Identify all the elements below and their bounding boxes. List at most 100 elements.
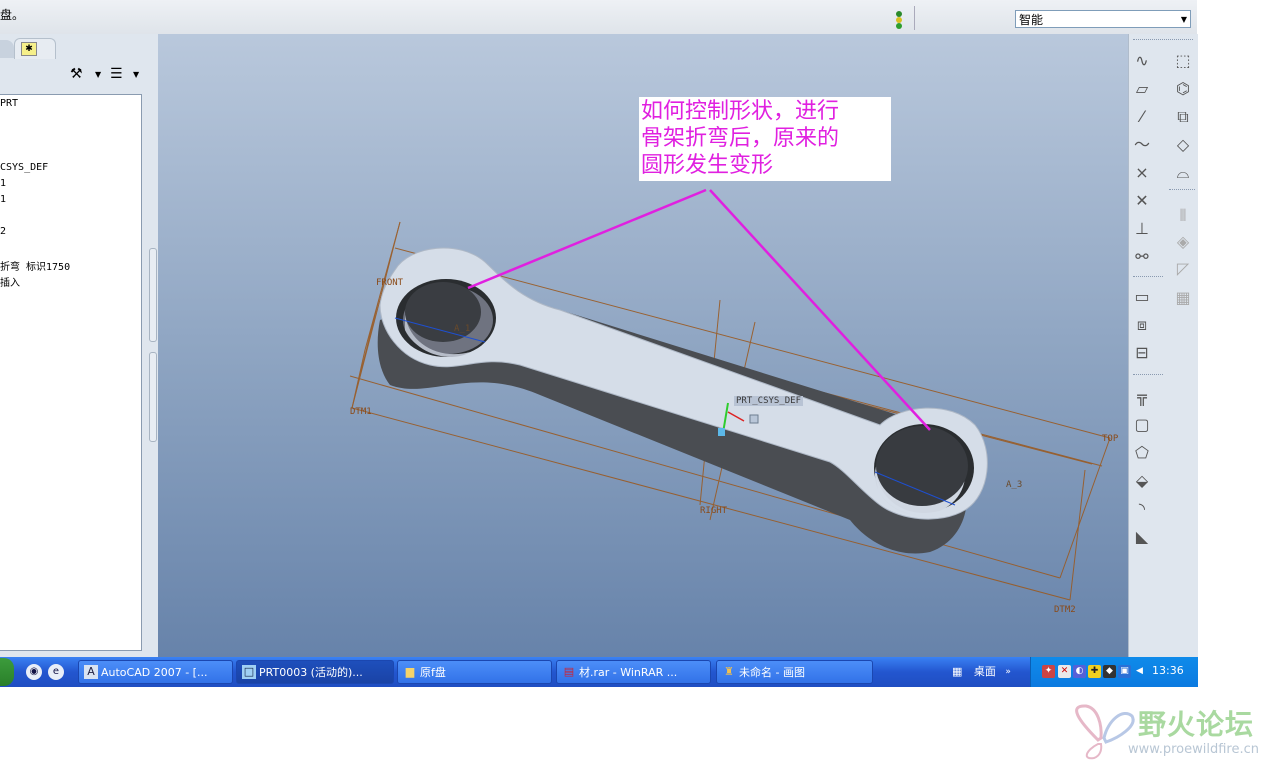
boundary-icon[interactable]: ⌓ bbox=[1173, 163, 1193, 183]
separator bbox=[1133, 374, 1163, 375]
task-label: PRT0003 (活动的)... bbox=[259, 666, 363, 679]
tree-item[interactable]: 折弯 标识1750 bbox=[0, 258, 70, 273]
tree-columns-icon[interactable]: ☰ bbox=[110, 66, 123, 82]
merge-icon[interactable]: ◈ bbox=[1173, 232, 1193, 252]
taskbar-task[interactable]: □ PRT0003 (活动的)... bbox=[236, 660, 394, 684]
task-label: AutoCAD 2007 - [... bbox=[101, 666, 208, 679]
taskbar-task[interactable]: ♜ 未命名 - 画图 bbox=[716, 660, 873, 684]
chevron-down-icon: ▼ bbox=[1180, 15, 1187, 24]
autocad-icon: A bbox=[84, 665, 98, 679]
sketch-datum-curve-icon[interactable]: ∿ bbox=[1132, 51, 1152, 71]
winrar-icon: ▤ bbox=[563, 665, 575, 678]
round-icon[interactable]: ▢ bbox=[1132, 415, 1152, 435]
annotation-line: 如何控制形状，进行 bbox=[641, 99, 840, 124]
desktop-label: 桌面 bbox=[973, 665, 996, 678]
task-label: 原f盘 bbox=[420, 666, 446, 679]
star-icon: ✱ bbox=[21, 42, 37, 56]
datum-label-right[interactable]: RIGHT bbox=[700, 506, 727, 516]
spinal-bend-icon[interactable]: ◝ bbox=[1132, 499, 1152, 519]
model-tree: PRT CSYS_DEF 1 1 2 折弯 标识1750 插入 bbox=[0, 94, 142, 651]
selection-filter-value: 智能 bbox=[1019, 13, 1044, 27]
tree-item[interactable]: 1 bbox=[0, 194, 6, 205]
tree-settings-icon[interactable]: ⚒ bbox=[70, 66, 83, 82]
watermark-url: www.proewildfire.cn bbox=[1128, 742, 1259, 757]
taskbar-task[interactable]: ▆ 原f盘 bbox=[397, 660, 552, 684]
sweep-icon[interactable]: ⧉ bbox=[1173, 107, 1193, 127]
chevron-right-icon: » bbox=[1005, 667, 1011, 677]
show-desktop-icon[interactable]: ◉ bbox=[26, 664, 42, 680]
datum-label-front[interactable]: FRONT bbox=[376, 278, 403, 288]
shell-icon[interactable]: ⧈ bbox=[1132, 315, 1152, 335]
selection-filter-select[interactable]: 智能 ▼ bbox=[1015, 10, 1191, 28]
annotation-note: 如何控制形状，进行 骨架折弯后，原来的 圆形发生变形 bbox=[639, 97, 891, 181]
paint-icon: ♜ bbox=[724, 665, 734, 678]
extrude-icon[interactable]: ⬚ bbox=[1173, 51, 1193, 71]
tree-item[interactable]: 插入 bbox=[0, 274, 20, 289]
volume-icon[interactable]: ◀ bbox=[1133, 665, 1146, 678]
rib-icon[interactable]: ⊟ bbox=[1132, 343, 1152, 363]
sash-grip[interactable] bbox=[149, 352, 157, 442]
annotation-line: 圆形发生变形 bbox=[641, 153, 774, 178]
separator bbox=[1133, 276, 1163, 277]
toroidal-bend-icon[interactable]: ◣ bbox=[1132, 527, 1152, 547]
chamfer-icon[interactable]: ⬠ bbox=[1132, 443, 1152, 463]
chevron-down-icon[interactable]: ▼ bbox=[95, 70, 101, 79]
taskbar-task[interactable]: ▤ 材.rar - WinRAR ... bbox=[556, 660, 711, 684]
sash-grip[interactable] bbox=[149, 248, 157, 342]
datum-point-icon[interactable]: × bbox=[1132, 163, 1152, 183]
revolve-icon[interactable]: ⌬ bbox=[1173, 79, 1193, 99]
graphics-viewport[interactable]: FRONT DTM1 RIGHT TOP DTM2 PRT_CSYS_DEF A… bbox=[158, 34, 1128, 657]
taskbar-task[interactable]: A AutoCAD 2007 - [... bbox=[78, 660, 233, 684]
browser-icon[interactable]: e bbox=[48, 664, 64, 680]
axis-label-a1[interactable]: A_1 bbox=[454, 324, 470, 334]
datum-label-top[interactable]: TOP bbox=[1102, 434, 1118, 444]
tree-item[interactable]: PRT bbox=[0, 98, 18, 109]
tab-model-tree[interactable] bbox=[0, 40, 14, 58]
csys-label[interactable]: PRT_CSYS_DEF bbox=[734, 396, 804, 406]
separator bbox=[914, 6, 915, 30]
tab-favorites[interactable]: ✱ bbox=[14, 38, 56, 59]
analysis-icon[interactable]: ⊥ bbox=[1132, 219, 1152, 239]
pattern-icon[interactable]: ▦ bbox=[1173, 288, 1193, 308]
draft-icon[interactable]: ╦ bbox=[1132, 387, 1152, 407]
tray-app-icon[interactable]: ◐ bbox=[1073, 665, 1086, 678]
datum-label-dtm1[interactable]: DTM1 bbox=[350, 407, 372, 417]
start-button[interactable] bbox=[0, 658, 14, 686]
axis-label-a3[interactable]: A_3 bbox=[1006, 480, 1022, 490]
datum-axis-icon[interactable]: ⁄ bbox=[1132, 107, 1152, 127]
annotation-line: 骨架折弯后，原来的 bbox=[641, 126, 840, 151]
datum-plane-icon[interactable]: ▱ bbox=[1132, 79, 1152, 99]
separator bbox=[1169, 189, 1195, 190]
status-light-icon[interactable] bbox=[893, 10, 905, 30]
watermark-text: 野火论坛 bbox=[1138, 708, 1255, 741]
reference-icon[interactable]: ⚯ bbox=[1132, 247, 1152, 267]
tray-app-icon[interactable]: ✚ bbox=[1088, 665, 1101, 678]
blend-icon[interactable]: ◇ bbox=[1173, 135, 1193, 155]
trim-icon[interactable]: ◸ bbox=[1173, 259, 1193, 279]
separator bbox=[1133, 39, 1193, 40]
clock[interactable]: 13:36 bbox=[1152, 664, 1184, 677]
task-label: 未命名 - 画图 bbox=[739, 666, 805, 679]
feature-toolbar: ∿ ⬚ ▱ ⌬ ⁄ ⧉ 〜 ◇ × ⌓ ✕ ⫴ ⊥ ◈ ⚯ ◸ ▦ ▭ ⧈ ⊟ … bbox=[1128, 34, 1198, 657]
message-text: 盘。 bbox=[0, 8, 25, 22]
warp-icon[interactable]: ⬙ bbox=[1132, 471, 1152, 491]
mirror-icon[interactable]: ⫴ bbox=[1173, 206, 1193, 226]
tree-item[interactable]: 2 bbox=[0, 226, 6, 237]
tree-toolbar: ⚒ ▼ ☰ ▼ bbox=[70, 66, 142, 88]
chevron-down-icon[interactable]: ▼ bbox=[133, 70, 139, 79]
hole-icon[interactable]: ▭ bbox=[1132, 287, 1152, 307]
proe-icon: □ bbox=[242, 665, 256, 679]
tray-app-icon[interactable]: ◆ bbox=[1103, 665, 1116, 678]
desktop-toolbar[interactable]: ▦ 桌面 » bbox=[952, 660, 1011, 684]
tray-app-icon[interactable]: ✦ bbox=[1042, 665, 1055, 678]
folder-icon: ▆ bbox=[405, 665, 415, 678]
tree-item[interactable]: 1 bbox=[0, 178, 6, 189]
network-icon[interactable]: ✕ bbox=[1058, 665, 1071, 678]
datum-curve-icon[interactable]: 〜 bbox=[1132, 135, 1152, 155]
datum-csys-icon[interactable]: ✕ bbox=[1132, 191, 1152, 211]
panel-sash[interactable] bbox=[149, 248, 157, 648]
display-icon[interactable]: ▣ bbox=[1118, 665, 1131, 678]
keyboard-icon: ▦ bbox=[952, 665, 963, 678]
datum-label-dtm2[interactable]: DTM2 bbox=[1054, 605, 1076, 615]
tree-item[interactable]: CSYS_DEF bbox=[0, 162, 48, 173]
